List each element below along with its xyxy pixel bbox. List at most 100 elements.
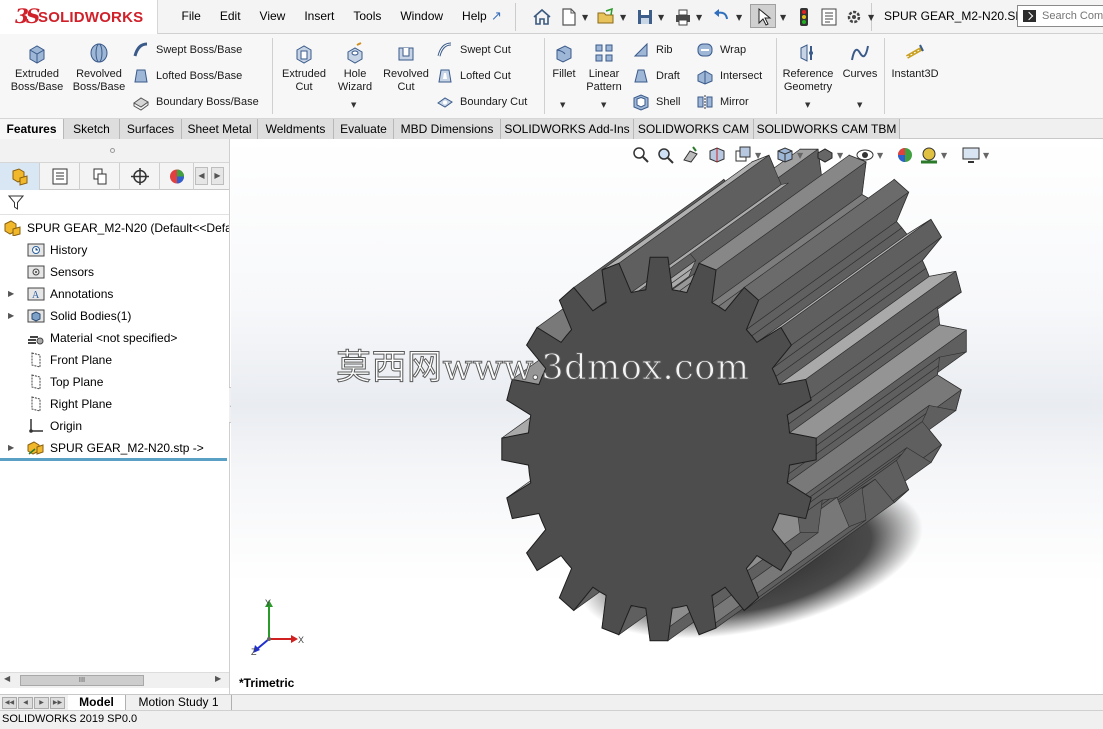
tree-item-top-plane[interactable]: Top Plane	[0, 371, 229, 393]
tab-property-manager[interactable]	[40, 163, 80, 190]
menu-file[interactable]: File	[172, 0, 210, 32]
shell-button[interactable]: Shell	[632, 92, 680, 112]
tab-evaluate[interactable]: Evaluate	[334, 119, 394, 139]
menu-view[interactable]: View	[250, 0, 295, 32]
pin-menu-icon[interactable]: ↗	[491, 9, 502, 24]
zoom-to-area-icon[interactable]	[655, 145, 675, 165]
tree-item-right-plane[interactable]: Right Plane	[0, 393, 229, 415]
tree-item-solid-bodies[interactable]: ▶ Solid Bodies(1)	[0, 305, 229, 327]
select-tool-button[interactable]	[750, 4, 776, 28]
scrollbar-thumb[interactable]: III	[20, 675, 144, 686]
previous-view-icon[interactable]	[681, 145, 701, 165]
tree-item-history[interactable]: History	[0, 239, 229, 261]
display-style-icon[interactable]	[815, 145, 835, 165]
undo-icon[interactable]	[711, 7, 731, 27]
tab-display-manager[interactable]	[160, 163, 194, 190]
menu-window[interactable]: Window	[391, 0, 453, 32]
revolved-boss-button[interactable]: Revolved Boss/Base	[70, 42, 128, 94]
tab-dimxpert-manager[interactable]	[120, 163, 160, 190]
linear-pattern-dropdown-icon[interactable]: ▼	[601, 101, 606, 109]
swept-boss-button[interactable]: Swept Boss/Base	[132, 40, 242, 60]
menu-insert[interactable]: Insert	[295, 0, 344, 32]
instant3d-button[interactable]: Instant3D	[888, 42, 942, 81]
undo-dropdown-icon[interactable]: ▼	[736, 13, 742, 22]
tab-motion-study[interactable]: Motion Study 1	[126, 695, 232, 710]
home-icon[interactable]	[532, 7, 552, 27]
hole-wizard-button[interactable]: Hole Wizard	[334, 42, 376, 94]
save-dropdown-icon[interactable]: ▼	[658, 13, 664, 22]
section-view-icon[interactable]	[707, 145, 727, 165]
tab-solidworks-cam-tbm[interactable]: SOLIDWORKS CAM TBM	[754, 119, 900, 139]
view-settings-icon[interactable]	[961, 145, 981, 165]
expand-arrow-icon[interactable]: ▶	[8, 283, 14, 305]
tree-item-sensors[interactable]: Sensors	[0, 261, 229, 283]
expand-arrow-icon[interactable]: ▶	[8, 305, 14, 327]
extruded-boss-button[interactable]: Extruded Boss/Base	[8, 42, 66, 94]
mirror-button[interactable]: Mirror	[696, 92, 749, 112]
linear-pattern-button[interactable]: Linear Pattern	[583, 42, 625, 94]
save-icon[interactable]	[635, 7, 655, 27]
search-commands-box[interactable]	[1017, 5, 1103, 27]
hide-show-dropdown-icon[interactable]: ▼	[877, 151, 883, 160]
tree-item-front-plane[interactable]: Front Plane	[0, 349, 229, 371]
tab-sketch[interactable]: Sketch	[64, 119, 120, 139]
menu-help[interactable]: Help	[453, 0, 497, 32]
tabs-scroll-left-icon[interactable]: ◀	[195, 167, 208, 185]
last-tab-icon[interactable]: ▶▶	[50, 697, 65, 709]
tab-feature-manager[interactable]	[0, 163, 40, 190]
tab-mbd-dimensions[interactable]: MBD Dimensions	[394, 119, 501, 139]
tabs-scroll-right-icon[interactable]: ▶	[211, 167, 224, 185]
scroll-left-icon[interactable]: ◀	[4, 674, 10, 683]
scene-dropdown-icon[interactable]: ▼	[941, 151, 947, 160]
open-dropdown-icon[interactable]: ▼	[620, 13, 626, 22]
tab-solidworks-add-ins[interactable]: SOLIDWORKS Add-Ins	[501, 119, 634, 139]
reference-geometry-dropdown-icon[interactable]: ▼	[805, 101, 810, 109]
tree-item-origin[interactable]: Origin	[0, 415, 229, 437]
solidworks-logo[interactable]: 3S SOLIDWORKS	[0, 0, 158, 34]
gear-model[interactable]	[231, 139, 1103, 694]
reference-geometry-button[interactable]: Reference Geometry	[780, 42, 836, 94]
fillet-dropdown-icon[interactable]: ▼	[560, 101, 565, 109]
tree-filter-bar[interactable]	[0, 190, 229, 215]
tab-sheet-metal[interactable]: Sheet Metal	[182, 119, 258, 139]
tree-rollback-bar[interactable]	[0, 458, 227, 461]
first-tab-icon[interactable]: ◀◀	[2, 697, 17, 709]
display-style-dropdown-icon[interactable]: ▼	[837, 151, 843, 160]
next-tab-icon[interactable]: ▶	[34, 697, 49, 709]
revolved-cut-button[interactable]: Revolved Cut	[380, 42, 432, 94]
curves-button[interactable]: Curves	[840, 42, 880, 81]
scroll-right-icon[interactable]: ▶	[215, 674, 221, 683]
menu-edit[interactable]: Edit	[210, 0, 250, 32]
edit-appearance-icon[interactable]	[895, 145, 915, 165]
boundary-cut-button[interactable]: Boundary Cut	[436, 92, 527, 112]
tree-root-part[interactable]: SPUR GEAR_M2-N20 (Default<<Default>_Disp…	[0, 217, 229, 239]
intersect-button[interactable]: Intersect	[696, 66, 762, 86]
view-dropdown-icon[interactable]: ▼	[755, 151, 761, 160]
search-input[interactable]	[1042, 8, 1103, 24]
menu-tools[interactable]: Tools	[344, 0, 391, 32]
apply-scene-icon[interactable]	[919, 145, 939, 165]
graphics-area[interactable]: ▼ ▼ ▼ ▼ ▼ ▼ 莫西网www.3dmox.com Y X Z *Trim…	[231, 139, 1103, 694]
open-folder-icon[interactable]	[596, 7, 616, 27]
options-dropdown-icon[interactable]: ▼	[868, 13, 874, 22]
lofted-cut-button[interactable]: Lofted Cut	[436, 66, 511, 86]
swept-cut-button[interactable]: Swept Cut	[436, 40, 511, 60]
new-dropdown-icon[interactable]: ▼	[582, 13, 588, 22]
prev-tab-icon[interactable]: ◀	[18, 697, 33, 709]
orientation-dropdown-icon[interactable]: ▼	[797, 151, 803, 160]
horizontal-scrollbar[interactable]: ◀ III ▶	[0, 672, 229, 688]
file-properties-icon[interactable]	[819, 7, 839, 27]
lofted-boss-button[interactable]: Lofted Boss/Base	[132, 66, 242, 86]
view-orientation-icon[interactable]	[775, 145, 795, 165]
extruded-cut-button[interactable]: Extruded Cut	[276, 42, 332, 94]
tab-features[interactable]: Features	[0, 119, 64, 139]
print-dropdown-icon[interactable]: ▼	[696, 13, 702, 22]
zoom-to-fit-icon[interactable]	[631, 145, 651, 165]
tab-solidworks-cam[interactable]: SOLIDWORKS CAM	[634, 119, 754, 139]
expand-arrow-icon[interactable]: ▶	[8, 437, 14, 459]
curves-dropdown-icon[interactable]: ▼	[857, 101, 862, 109]
select-dropdown-icon[interactable]: ▼	[780, 13, 786, 22]
tab-weldments[interactable]: Weldments	[258, 119, 334, 139]
hole-wizard-dropdown-icon[interactable]: ▼	[351, 101, 356, 109]
tab-surfaces[interactable]: Surfaces	[120, 119, 182, 139]
